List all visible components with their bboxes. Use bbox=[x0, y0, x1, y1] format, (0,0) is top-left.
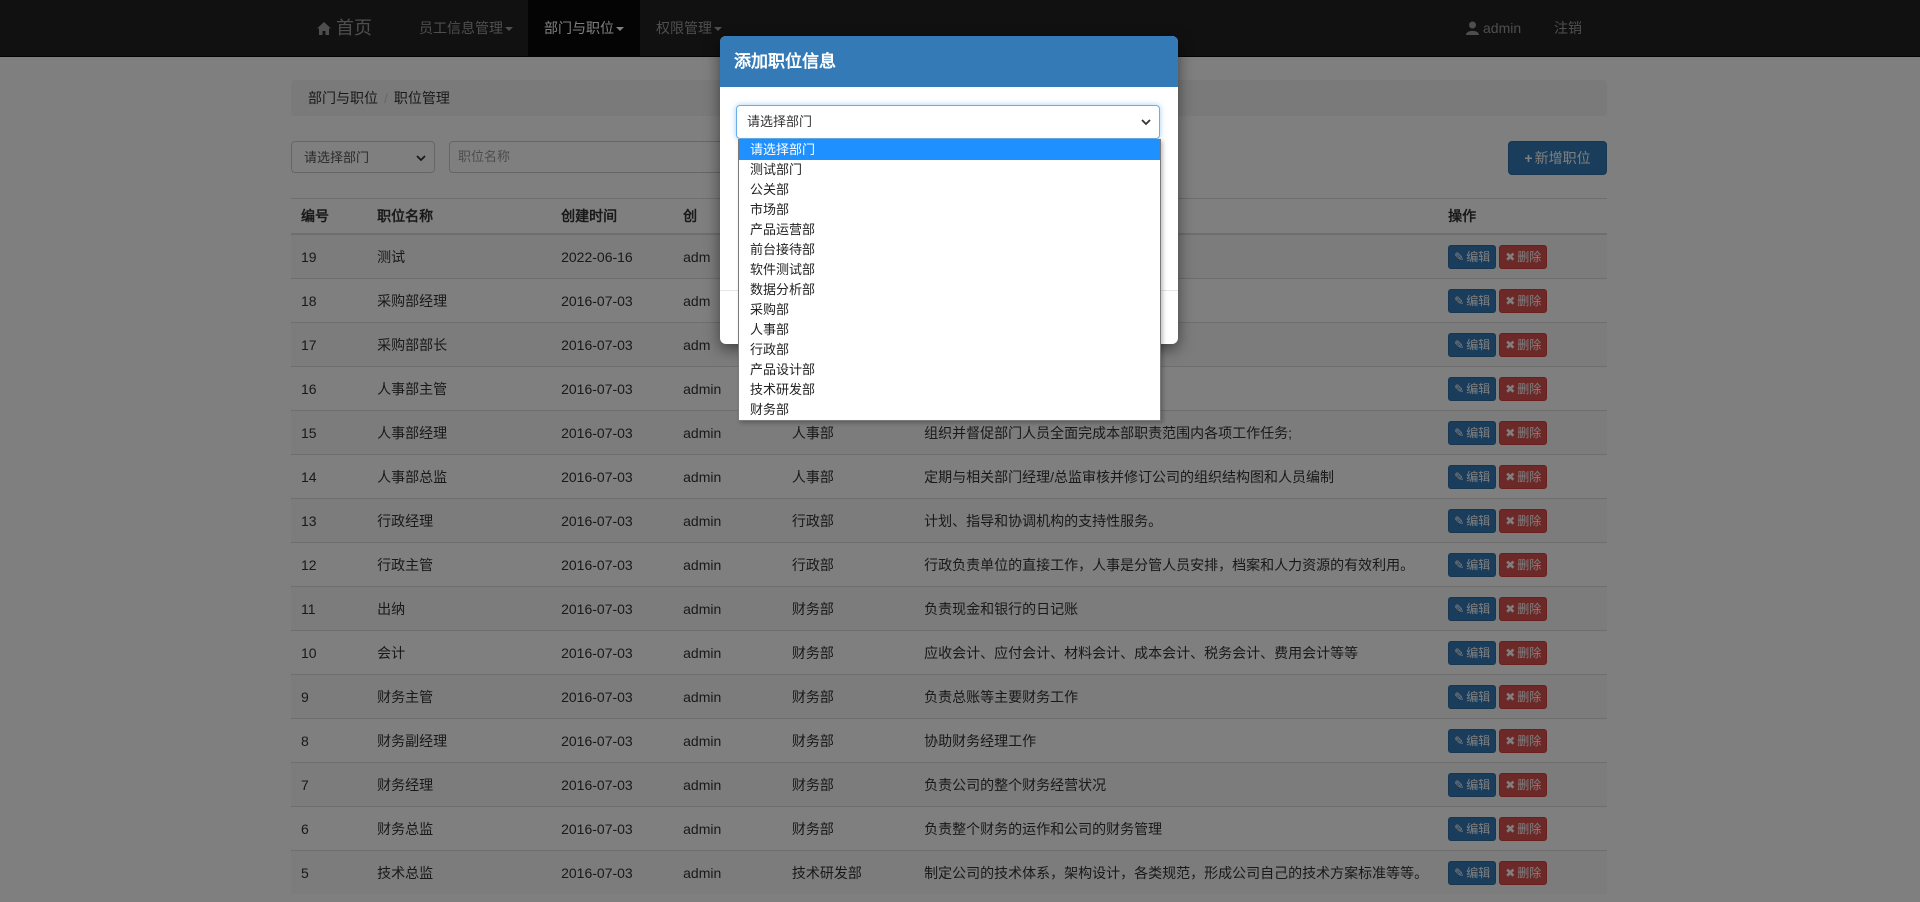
dropdown-option[interactable]: 软件测试部 bbox=[739, 260, 1160, 280]
dropdown-option[interactable]: 请选择部门 bbox=[739, 140, 1160, 160]
dropdown-option[interactable]: 技术研发部 bbox=[739, 380, 1160, 400]
chevron-down-icon bbox=[1141, 119, 1151, 126]
modal-dept-select[interactable]: 请选择部门 bbox=[736, 105, 1160, 139]
modal-title: 添加职位信息 bbox=[734, 52, 836, 71]
dropdown-option[interactable]: 市场部 bbox=[739, 200, 1160, 220]
dropdown-option[interactable]: 前台接待部 bbox=[739, 240, 1160, 260]
modal-dept-select-value: 请选择部门 bbox=[747, 114, 813, 129]
dropdown-option[interactable]: 测试部门 bbox=[739, 160, 1160, 180]
dropdown-option[interactable]: 行政部 bbox=[739, 340, 1160, 360]
dropdown-option[interactable]: 人事部 bbox=[739, 320, 1160, 340]
dropdown-option[interactable]: 采购部 bbox=[739, 300, 1160, 320]
dropdown-option[interactable]: 公关部 bbox=[739, 180, 1160, 200]
dropdown-option[interactable]: 财务部 bbox=[739, 400, 1160, 420]
dropdown-option[interactable]: 数据分析部 bbox=[739, 280, 1160, 300]
dept-dropdown-list: 请选择部门 测试部门 公关部 市场部 产品运营部 前台接待部 软件测试部 数据分析部 采购部 人事… bbox=[738, 139, 1161, 421]
dropdown-option[interactable]: 产品运营部 bbox=[739, 220, 1160, 240]
modal-header: 添加职位信息 bbox=[720, 36, 1178, 87]
dropdown-option[interactable]: 产品设计部 bbox=[739, 360, 1160, 380]
